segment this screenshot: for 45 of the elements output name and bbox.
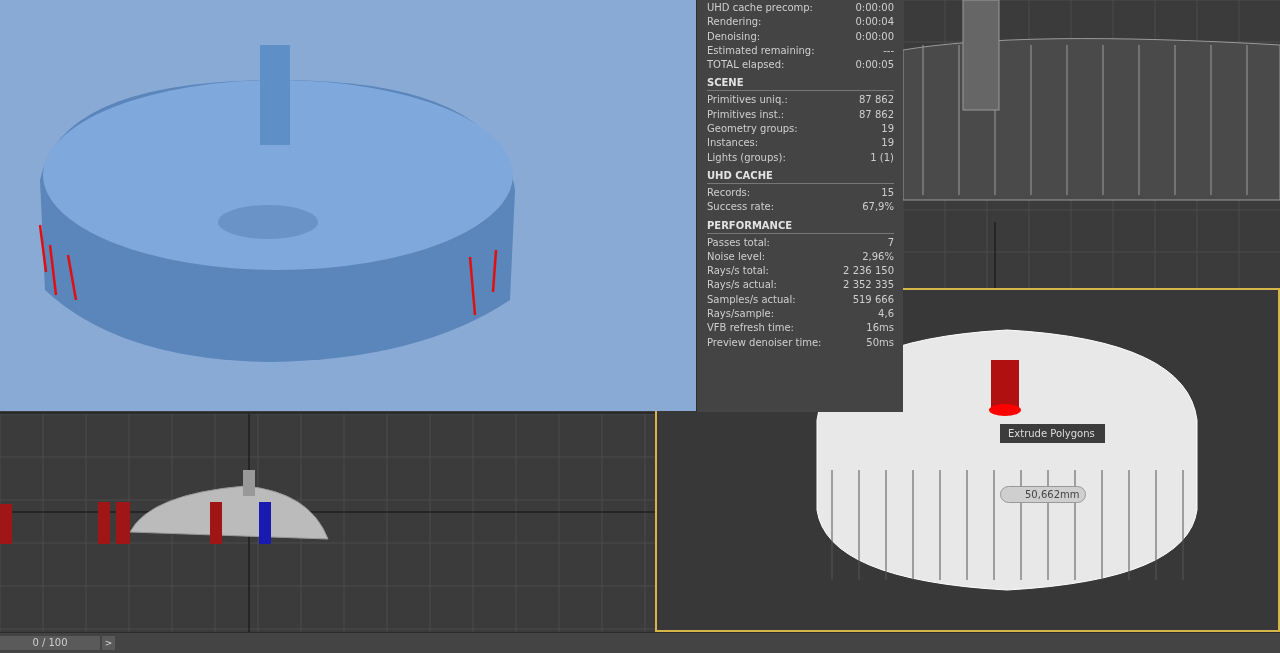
stat-label: Rays/s total: bbox=[707, 264, 769, 279]
stat-value: 0:00:00 bbox=[855, 1, 894, 15]
section-title: PERFORMANCE bbox=[707, 218, 894, 234]
stat-value: 519 666 bbox=[852, 292, 894, 307]
stat-value: 7 bbox=[887, 235, 894, 250]
stat-label: Passes total: bbox=[707, 235, 770, 250]
stat-value: 19 bbox=[881, 122, 894, 137]
section-title: UHD CACHE bbox=[707, 168, 894, 184]
stat-value: 15 bbox=[881, 185, 894, 200]
stat-value: 2 236 150 bbox=[843, 264, 894, 279]
extrude-height-field[interactable]: 50,662mm bbox=[1000, 486, 1087, 503]
stat-value: 0:00:04 bbox=[855, 15, 894, 30]
stat-label: Noise level: bbox=[707, 249, 766, 264]
stat-label: Success rate: bbox=[707, 200, 775, 215]
stat-value: 1 (1) bbox=[870, 150, 894, 165]
stat-label: Denoising: bbox=[707, 29, 761, 44]
stat-value: 16ms bbox=[866, 321, 894, 336]
stat-label: Samples/s actual: bbox=[707, 292, 796, 307]
stat-value: 67,9% bbox=[862, 200, 894, 215]
section-title: SCENE bbox=[707, 76, 894, 92]
stat-label: Preview denoiser time: bbox=[707, 335, 822, 350]
stat-value: 2,96% bbox=[862, 249, 894, 264]
stat-value: 19 bbox=[881, 136, 894, 151]
stat-label: Primitives uniq.: bbox=[707, 93, 788, 108]
stat-value: 0:00:05 bbox=[855, 58, 894, 73]
stat-value: --- bbox=[883, 43, 894, 58]
stat-label: Geometry groups: bbox=[707, 122, 798, 137]
next-frame-button[interactable]: > bbox=[102, 636, 115, 650]
stat-value: 4,6 bbox=[878, 307, 894, 322]
frame-counter[interactable]: 0 / 100 bbox=[0, 636, 100, 650]
stat-label: Records: bbox=[707, 185, 751, 200]
tooltip: Extrude Polygons bbox=[1000, 424, 1105, 443]
stat-label: TOTAL elapsed: bbox=[707, 58, 785, 73]
stat-label: UHD cache precomp: bbox=[707, 1, 813, 15]
stat-value: 50ms bbox=[866, 335, 894, 350]
stat-value: 87 862 bbox=[859, 107, 894, 122]
stat-label: VFB refresh time: bbox=[707, 321, 794, 336]
stat-label: Rendering: bbox=[707, 15, 762, 30]
stat-value: 87 862 bbox=[859, 93, 894, 108]
stat-label: Lights (groups): bbox=[707, 150, 786, 165]
stat-label: Rays/sample: bbox=[707, 307, 775, 322]
stat-label: Primitives inst.: bbox=[707, 107, 785, 122]
stat-label: Estimated remaining: bbox=[707, 43, 815, 58]
stat-label: Instances: bbox=[707, 136, 759, 151]
stat-value: 0:00:00 bbox=[855, 29, 894, 44]
